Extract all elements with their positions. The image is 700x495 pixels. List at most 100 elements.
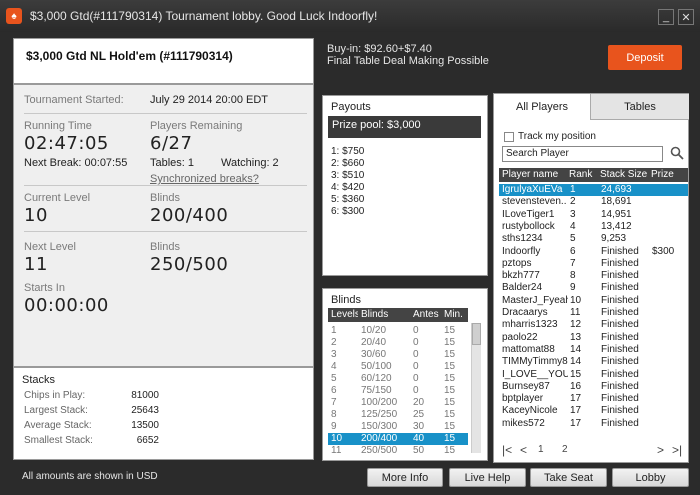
started-label: Tournament Started: <box>24 94 124 106</box>
players-panel: All Players Tables Track my position Sea… <box>493 93 689 463</box>
player-row[interactable]: IgrulyaXuEVa 1 24,693 <box>499 184 688 196</box>
blind-blinds-cell: 100/200 <box>361 397 398 408</box>
players-remaining-value: 6/27 <box>150 133 193 154</box>
player-name-cell: Burnsey87 <box>502 380 550 392</box>
player-row[interactable]: paolo22 13 Finished <box>499 332 688 344</box>
payouts-title: Payouts <box>331 101 371 113</box>
blind-blinds-cell: 20/40 <box>361 337 387 348</box>
stacks-title: Stacks <box>22 374 56 386</box>
page-2[interactable]: 2 <box>562 444 568 455</box>
stack-label: Average Stack: <box>24 420 92 431</box>
minimize-button[interactable]: _ <box>658 9 674 25</box>
blind-antes-cell: 20 <box>413 397 425 408</box>
stack-label: Chips in Play: <box>24 390 86 401</box>
more-info-button[interactable]: More Info <box>367 468 443 487</box>
player-name-cell: sths1234 <box>502 233 543 245</box>
tournament-name: $3,000 Gtd NL Hold'em (#111790314) <box>26 49 233 63</box>
blind-level-cell: 11 <box>331 445 342 456</box>
blind-blinds-cell: 50/100 <box>361 361 392 372</box>
blind-level-cell: 5 <box>331 373 337 384</box>
player-row[interactable]: bkzh777 8 Finished <box>499 270 688 282</box>
track-position-checkbox[interactable] <box>504 132 514 142</box>
blind-level-cell: 8 <box>331 409 337 420</box>
blind-min-cell: 15 <box>444 421 456 432</box>
player-row[interactable]: ILoveTiger1 3 14,951 <box>499 209 688 221</box>
next-page-icon[interactable]: > <box>657 443 664 457</box>
prev-page-icon[interactable]: < <box>520 443 527 457</box>
player-row[interactable]: KaceyNicole 17 Finished <box>499 405 688 417</box>
blinds-scroll-thumb[interactable] <box>472 323 481 345</box>
player-row[interactable]: TIMMyTimmy85 14 Finished <box>499 356 688 368</box>
player-row[interactable]: mharris1323 12 Finished <box>499 319 688 331</box>
blind-min-cell: 15 <box>444 325 456 336</box>
payout-row: 6: $300 <box>331 206 365 217</box>
take-seat-button[interactable]: Take Seat <box>530 468 607 487</box>
blind-blinds-cell: 150/300 <box>361 421 398 432</box>
synchronized-breaks-link[interactable]: Synchronized breaks? <box>150 173 259 185</box>
player-row[interactable]: Balder24 9 Finished <box>499 282 688 294</box>
blind-min-cell: 15 <box>444 337 456 348</box>
player-rank-cell: 6 <box>570 245 576 257</box>
blinds-panel: Blinds Levels Blinds Antes Min. 1 10/20 0 1… <box>322 288 488 461</box>
player-row[interactable]: rustybollock 4 13,412 <box>499 221 688 233</box>
player-name-cell: mharris1323 <box>502 319 558 331</box>
blind-antes-cell: 30 <box>413 421 425 432</box>
player-stack-cell: 13,412 <box>601 220 632 232</box>
stack-label: Smallest Stack: <box>24 435 93 446</box>
next-level-label: Next Level <box>24 241 76 253</box>
track-position-label: Track my position <box>518 131 596 142</box>
player-row[interactable]: Dracaarys 11 Finished <box>499 307 688 319</box>
stack-value: 6652 <box>136 435 159 446</box>
blind-min-cell: 15 <box>444 397 456 408</box>
deposit-button[interactable]: Deposit <box>608 45 682 70</box>
player-row[interactable]: I_LOVE__YOU 15 Finished <box>499 369 688 381</box>
blind-antes-cell: 0 <box>413 385 419 396</box>
deal-making-note: Final Table Deal Making Possible <box>327 55 489 67</box>
player-stack-cell: 18,691 <box>601 196 632 208</box>
blind-blinds-cell: 75/150 <box>361 385 392 396</box>
search-icon[interactable] <box>670 146 684 160</box>
live-help-button[interactable]: Live Help <box>449 468 526 487</box>
buy-in: Buy-in: $92.60+$7.40 <box>327 43 432 55</box>
player-row[interactable]: stevensteven.. 2 18,691 <box>499 196 688 208</box>
player-name-cell: mattomat88 <box>502 343 555 355</box>
player-row[interactable]: bptplayer 17 Finished <box>499 393 688 405</box>
blinds-header-levels: Levels <box>328 308 360 322</box>
player-name-cell: pztops <box>502 257 532 269</box>
player-row[interactable]: Indoorfly 6 Finished $300 <box>499 246 688 258</box>
blind-antes-cell: 0 <box>413 325 419 336</box>
player-row[interactable]: mikes572 17 Finished <box>499 418 688 430</box>
player-row[interactable]: sths1234 5 9,253 <box>499 233 688 245</box>
player-rank-cell: 14 <box>570 343 582 355</box>
player-row[interactable]: pztops 7 Finished <box>499 258 688 270</box>
blind-level-cell: 10 <box>331 433 343 444</box>
player-row[interactable]: mattomat88 14 Finished <box>499 344 688 356</box>
player-name-cell: KaceyNicole <box>502 405 558 417</box>
player-row[interactable]: Burnsey87 16 Finished <box>499 381 688 393</box>
lobby-button[interactable]: Lobby <box>612 468 689 487</box>
stack-value: 25643 <box>131 405 159 416</box>
player-rank-cell: 13 <box>570 331 582 343</box>
blinds-value: 200/400 <box>150 205 229 226</box>
player-rank-cell: 11 <box>570 307 581 318</box>
close-button[interactable]: ✕ <box>678 9 694 25</box>
payout-row: 5: $360 <box>331 194 365 205</box>
tab-all-players[interactable]: All Players <box>494 94 590 120</box>
first-page-icon[interactable]: |< <box>502 443 512 457</box>
payout-row: 1: $750 <box>331 146 365 157</box>
player-name-cell: paolo22 <box>502 331 538 343</box>
page-1[interactable]: 1 <box>538 444 544 455</box>
next-blinds-value: 250/500 <box>150 254 229 275</box>
divider <box>24 231 307 232</box>
last-page-icon[interactable]: >| <box>672 443 682 457</box>
player-row[interactable]: MasterJ_Fyeah 10 Finished <box>499 295 688 307</box>
players-header-prize: Prize <box>648 168 688 182</box>
watching-count: Watching: 2 <box>221 157 279 169</box>
payout-row: 2: $660 <box>331 158 365 169</box>
tab-tables[interactable]: Tables <box>590 94 689 120</box>
player-rank-cell: 7 <box>570 257 576 269</box>
player-stack-cell: Finished <box>601 393 639 405</box>
players-header-rank: Rank <box>566 168 597 182</box>
player-rank-cell: 17 <box>570 417 582 429</box>
search-player-input[interactable]: Search Player <box>502 146 663 162</box>
